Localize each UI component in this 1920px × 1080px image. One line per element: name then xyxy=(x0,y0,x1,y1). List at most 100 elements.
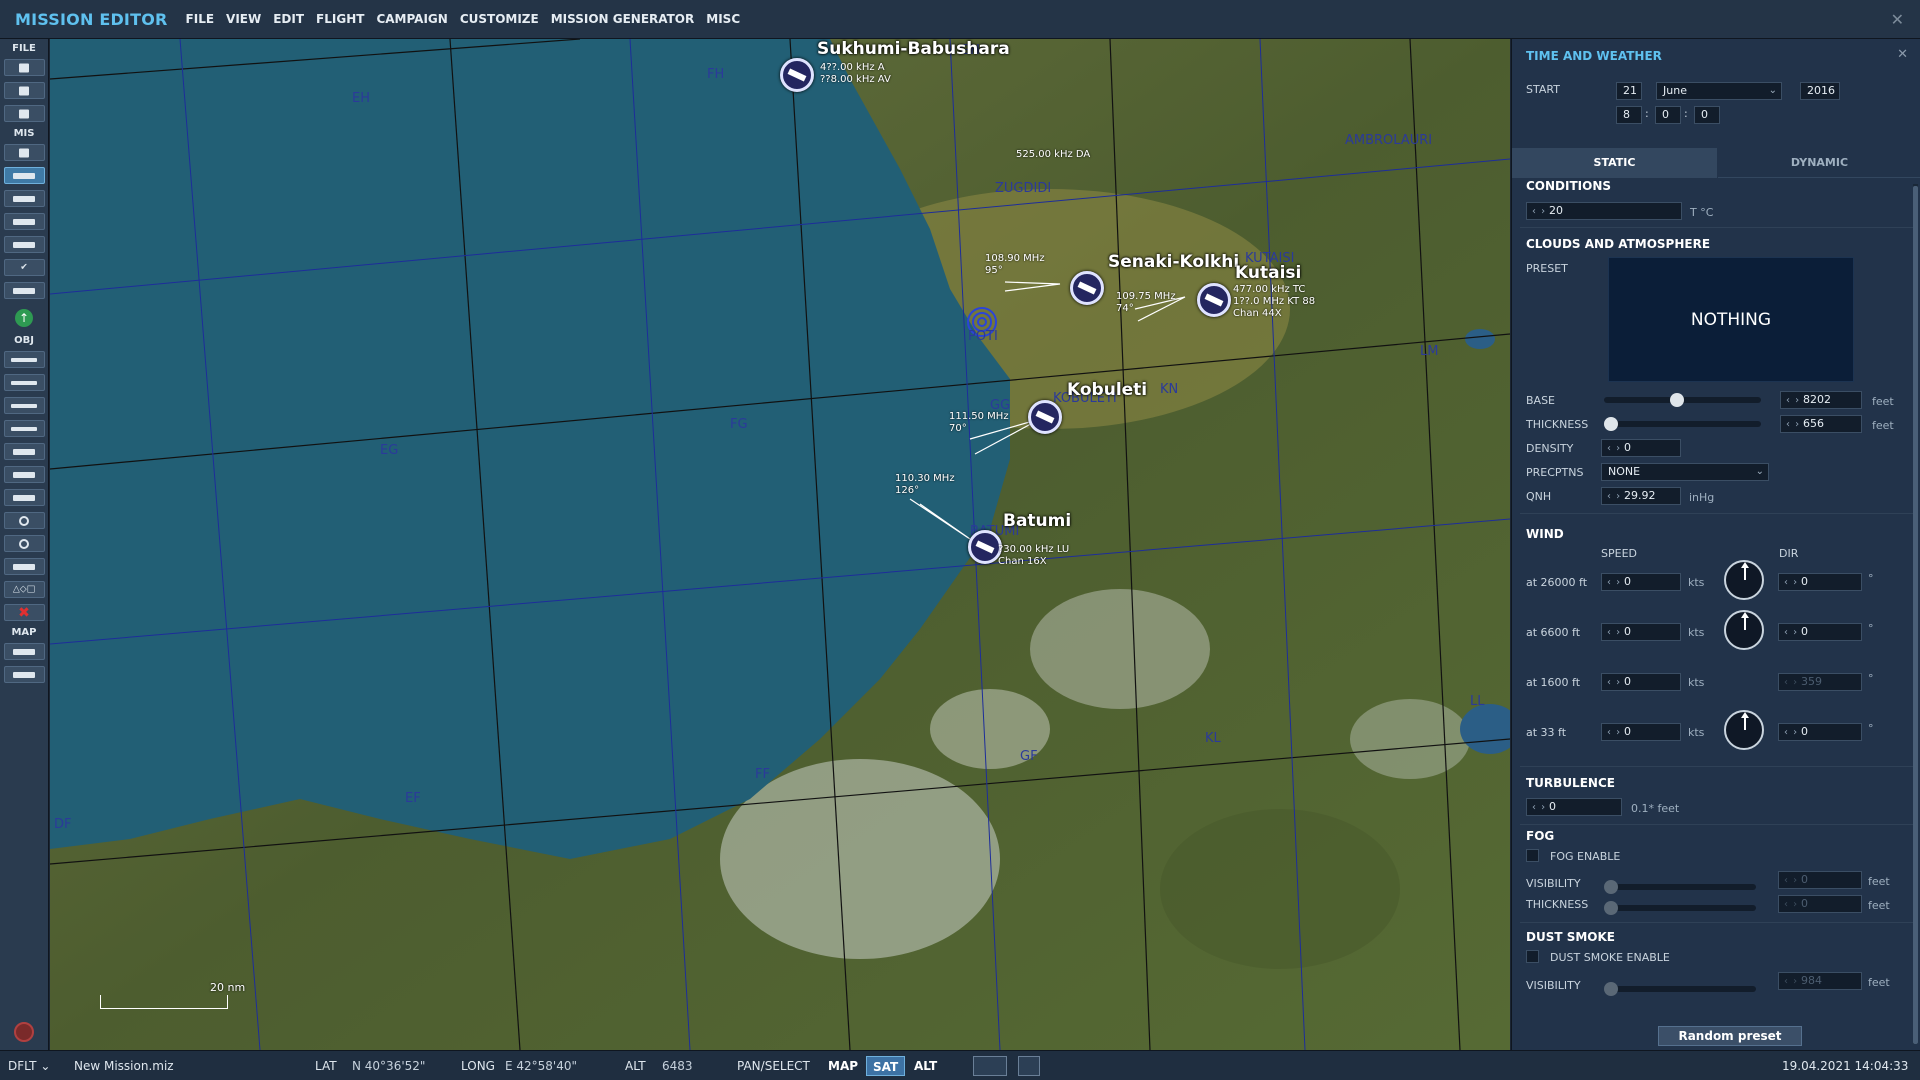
wind-dir-6600[interactable]: ‹ › 0 xyxy=(1778,623,1862,641)
wind-dir-dial-icon[interactable] xyxy=(1724,560,1764,600)
map-key-button[interactable] xyxy=(3,643,45,660)
new-mission-button[interactable] xyxy=(3,59,45,76)
add-static-button[interactable] xyxy=(3,443,45,460)
spin-arrows-icon: ‹ › xyxy=(1784,976,1799,987)
fog-enable-checkbox[interactable] xyxy=(1526,849,1539,862)
wind-speed-33[interactable]: ‹ › 0 xyxy=(1601,723,1681,741)
add-template-button[interactable] xyxy=(3,466,45,483)
menu-edit[interactable]: EDIT xyxy=(273,12,304,26)
menu-file[interactable]: FILE xyxy=(186,12,215,26)
random-preset-button[interactable]: Random preset xyxy=(1658,1026,1802,1046)
ruler-button[interactable] xyxy=(3,666,45,683)
thickness-slider[interactable] xyxy=(1604,417,1761,431)
close-icon[interactable]: ✕ xyxy=(1891,10,1904,29)
triggers-button[interactable] xyxy=(3,190,45,207)
temperature-spinner[interactable]: ‹ › 20 xyxy=(1526,202,1682,220)
airfield-kobuleti-icon[interactable] xyxy=(1028,400,1062,434)
delete-button[interactable]: ✖ xyxy=(3,604,45,621)
dust-enable-checkbox[interactable] xyxy=(1526,950,1539,963)
briefing-button[interactable] xyxy=(3,144,45,161)
start-month-select[interactable]: June ⌄ xyxy=(1656,82,1782,100)
menu-customize[interactable]: CUSTOMIZE xyxy=(460,12,539,26)
conditions-heading: CONDITIONS xyxy=(1526,179,1612,193)
close-panel-icon[interactable]: ✕ xyxy=(1897,47,1908,62)
coalitions-button[interactable] xyxy=(3,282,45,299)
spin-arrows-icon: ‹ › xyxy=(1786,395,1801,406)
spin-arrows-icon: ‹ › xyxy=(1532,206,1547,217)
pan-select-mode[interactable]: PAN/SELECT xyxy=(737,1059,810,1073)
map-view-button[interactable]: MAP xyxy=(822,1056,864,1076)
add-zone-button[interactable] xyxy=(3,512,45,529)
start-minute-input[interactable]: 0 xyxy=(1655,106,1681,124)
add-shapes-button[interactable]: △◇□ xyxy=(3,581,45,598)
airfield-sukhumi-icon[interactable] xyxy=(780,58,814,92)
grid-label-df: DF xyxy=(54,817,72,832)
wind-dir-dial-icon[interactable] xyxy=(1724,710,1764,750)
dust-visibility-label: VISIBILITY xyxy=(1526,979,1581,992)
spin-arrows-icon: ‹ › xyxy=(1607,627,1622,638)
precip-select[interactable]: NONE ⌄ xyxy=(1601,463,1769,481)
zones-button[interactable] xyxy=(3,213,45,230)
goals-button[interactable] xyxy=(3,236,45,253)
add-ndb-button[interactable] xyxy=(3,535,45,552)
turbulence-value: 0 xyxy=(1549,800,1556,813)
thickness-value: 656 xyxy=(1803,417,1824,430)
base-slider-knob[interactable] xyxy=(1670,393,1684,407)
clipboard-icon xyxy=(19,148,29,157)
tab-static[interactable]: STATIC xyxy=(1512,148,1717,178)
divider xyxy=(1520,766,1916,767)
map-canvas xyxy=(50,39,1510,1050)
add-plane-button[interactable] xyxy=(3,351,45,368)
deg-unit: ° xyxy=(1868,672,1874,685)
cloud-preset-selector[interactable]: NOTHING xyxy=(1608,257,1854,382)
add-vehicle-button[interactable] xyxy=(3,420,45,437)
datetime: 19.04.2021 14:04:33 xyxy=(1782,1059,1909,1073)
menu-flight[interactable]: FLIGHT xyxy=(316,12,364,26)
density-spinner[interactable]: ‹ › 0 xyxy=(1601,439,1681,457)
map-layers-icon[interactable] xyxy=(973,1056,1007,1076)
panel-scrollbar-thumb[interactable] xyxy=(1913,186,1918,1044)
weather-button[interactable] xyxy=(3,167,45,184)
menu-mission-generator[interactable]: MISSION GENERATOR xyxy=(551,12,695,26)
check-button[interactable]: ✔ xyxy=(3,259,45,276)
qnh-spinner[interactable]: ‹ › 29.92 xyxy=(1601,487,1681,505)
fly-mission-icon[interactable]: ↑ xyxy=(15,309,33,327)
wind-dir-26000[interactable]: ‹ › 0 xyxy=(1778,573,1862,591)
add-waypoint-button[interactable] xyxy=(3,489,45,506)
group-icon xyxy=(13,563,35,570)
thickness-spinner[interactable]: ‹ › 656 xyxy=(1780,415,1862,433)
base-spinner[interactable]: ‹ › 8202 xyxy=(1780,391,1862,409)
wind-speed-26000[interactable]: ‹ › 0 xyxy=(1601,573,1681,591)
clouds-heading: CLOUDS AND ATMOSPHERE xyxy=(1526,237,1711,251)
menu-campaign[interactable]: CAMPAIGN xyxy=(376,12,447,26)
start-hour-input[interactable]: 8 xyxy=(1616,106,1642,124)
add-ship-button[interactable] xyxy=(3,397,45,414)
airfield-batumi-icon[interactable] xyxy=(968,530,1002,564)
airfield-senaki-freq: 108.90 MHz 95° xyxy=(985,253,1045,276)
tab-dynamic[interactable]: DYNAMIC xyxy=(1718,148,1920,178)
wind-dir-dial-icon[interactable] xyxy=(1724,610,1764,650)
menu-view[interactable]: VIEW xyxy=(226,12,261,26)
map-view[interactable]: EH FH GH EG FG GG KN LM EF DF FF GF KL L… xyxy=(50,39,1510,1050)
add-helicopter-button[interactable] xyxy=(3,374,45,391)
add-group-button[interactable] xyxy=(3,558,45,575)
start-second-input[interactable]: 0 xyxy=(1694,106,1720,124)
record-icon[interactable] xyxy=(14,1022,34,1042)
start-day-input[interactable]: 21 xyxy=(1616,82,1642,100)
base-slider[interactable] xyxy=(1604,393,1761,407)
thickness-slider-knob[interactable] xyxy=(1604,417,1618,431)
menu-misc[interactable]: MISC xyxy=(706,12,740,26)
wind-speed-6600[interactable]: ‹ › 0 xyxy=(1601,623,1681,641)
save-mission-button[interactable] xyxy=(3,105,45,122)
airfield-senaki-icon[interactable] xyxy=(1070,271,1104,305)
turbulence-spinner[interactable]: ‹ › 0 xyxy=(1526,798,1622,816)
settings-icon[interactable] xyxy=(1018,1056,1040,1076)
start-year-input[interactable]: 2016 xyxy=(1800,82,1840,100)
open-mission-button[interactable] xyxy=(3,82,45,99)
altitude-view-button[interactable]: ALT xyxy=(908,1056,943,1076)
airfield-kutaisi-icon[interactable] xyxy=(1197,283,1231,317)
profile-dropdown[interactable]: DFLT ⌄ xyxy=(8,1059,50,1073)
wind-speed-1600[interactable]: ‹ › 0 xyxy=(1601,673,1681,691)
satellite-view-button[interactable]: SAT xyxy=(866,1056,906,1076)
wind-dir-33[interactable]: ‹ › 0 xyxy=(1778,723,1862,741)
